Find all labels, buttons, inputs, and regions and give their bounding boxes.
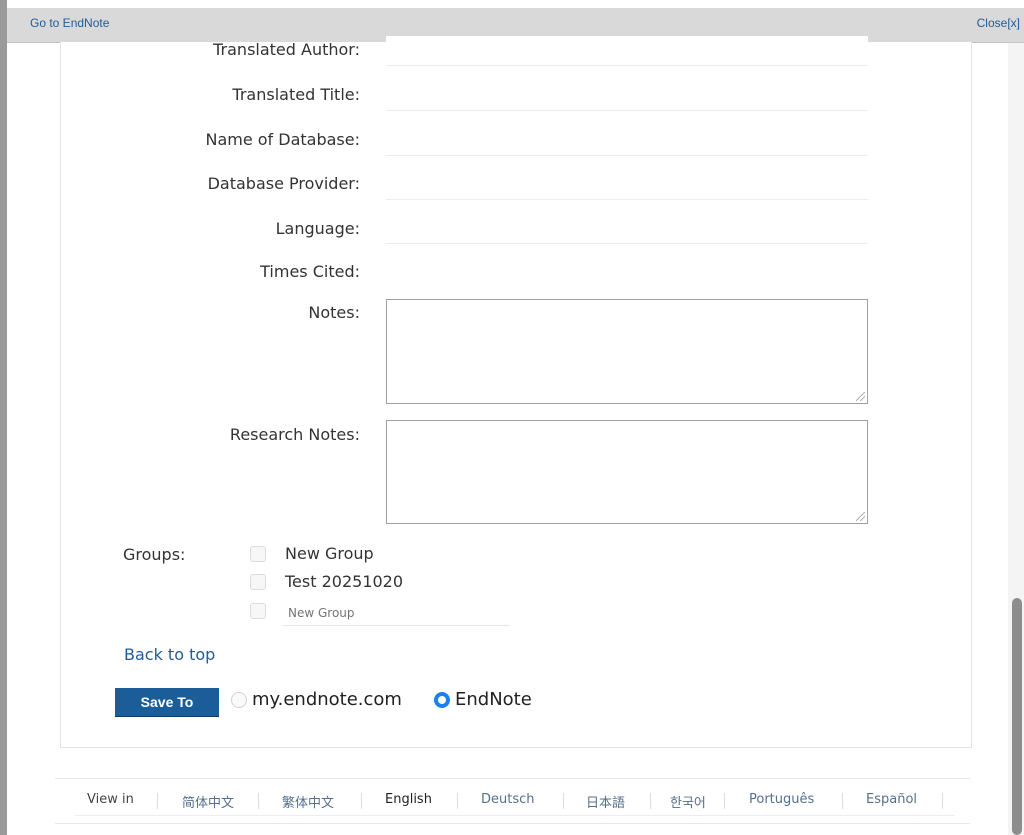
lang-link-zh-hant[interactable]: 繁体中文 xyxy=(282,792,334,811)
database-provider-label: Database Provider: xyxy=(207,174,360,193)
name-of-database-label: Name of Database: xyxy=(205,130,360,149)
save-option-radio[interactable] xyxy=(231,692,247,708)
group-label: New Group xyxy=(285,544,374,563)
notes-label: Notes: xyxy=(308,303,360,322)
resize-grip-icon[interactable] xyxy=(856,392,865,401)
group-checkbox[interactable] xyxy=(250,574,266,590)
times-cited-label: Times Cited: xyxy=(260,262,360,281)
language-label: Language: xyxy=(275,219,360,238)
window-edge xyxy=(0,0,7,835)
scrollbar-thumb[interactable] xyxy=(1012,598,1022,835)
translated-title-input[interactable] xyxy=(386,81,868,111)
name-of-database-input[interactable] xyxy=(386,126,868,156)
lang-link-zh-hans[interactable]: 简体中文 xyxy=(182,792,234,811)
database-provider-input[interactable] xyxy=(386,170,868,200)
translated-title-label: Translated Title: xyxy=(232,85,360,104)
new-group-checkbox[interactable] xyxy=(250,603,266,619)
research-notes-textarea[interactable] xyxy=(386,420,868,524)
new-group-input[interactable] xyxy=(283,600,510,626)
group-label: Test 20251020 xyxy=(285,572,404,591)
lang-link-korean[interactable]: 한국어 xyxy=(670,792,706,811)
language-input[interactable] xyxy=(386,214,868,244)
lang-link-deutsch[interactable]: Deutsch xyxy=(481,792,535,807)
notes-textarea[interactable] xyxy=(386,299,868,404)
translated-author-label: Translated Author: xyxy=(213,40,360,59)
group-checkbox[interactable] xyxy=(250,546,266,562)
view-in-label: View in xyxy=(87,792,134,807)
translated-author-input[interactable] xyxy=(386,36,868,66)
groups-label: Groups: xyxy=(123,545,186,564)
save-option-label[interactable]: EndNote xyxy=(455,689,532,710)
lang-link-portugues[interactable]: Português xyxy=(749,792,814,807)
lang-link-espanol[interactable]: Español xyxy=(866,792,917,807)
resize-grip-icon[interactable] xyxy=(856,512,865,521)
save-option-label[interactable]: my.endnote.com xyxy=(252,689,402,710)
research-notes-label: Research Notes: xyxy=(229,425,360,444)
close-link[interactable]: Close[x] xyxy=(977,16,1020,30)
lang-link-japanese[interactable]: 日本語 xyxy=(586,792,625,811)
save-to-button[interactable]: Save To xyxy=(115,688,219,716)
lang-link-english[interactable]: English xyxy=(385,792,432,807)
save-option-radio-selected[interactable] xyxy=(434,692,450,708)
go-to-endnote-link[interactable]: Go to EndNote xyxy=(30,16,109,30)
back-to-top-link[interactable]: Back to top xyxy=(124,645,215,664)
